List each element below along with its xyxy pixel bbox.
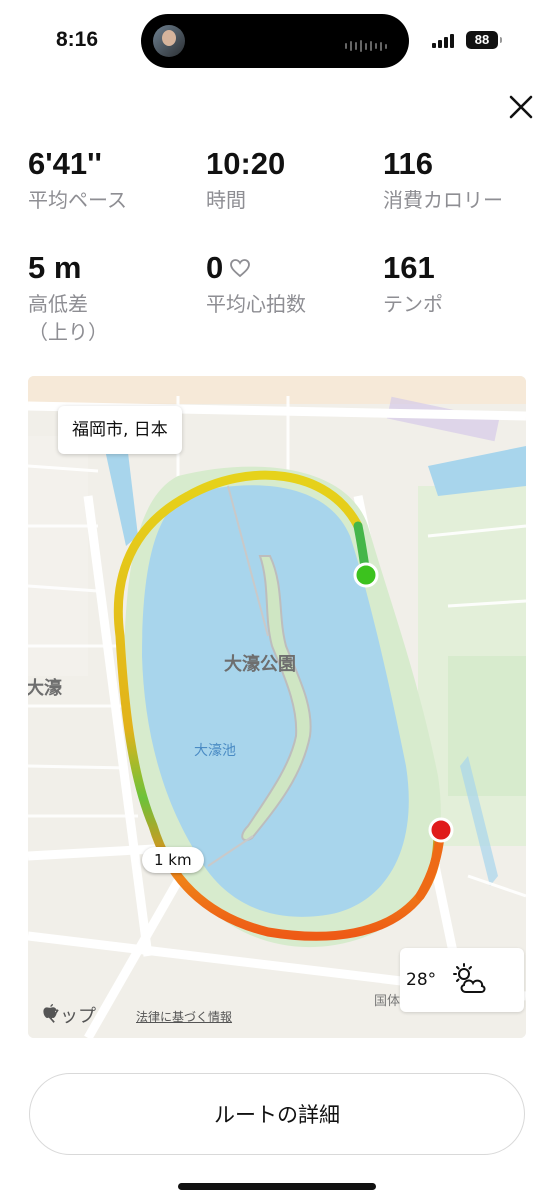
stat-label: 消費カロリー — [383, 188, 503, 212]
stat-label: 時間 — [206, 188, 246, 212]
apple-maps-logo: マップ — [42, 1002, 96, 1028]
stat-label: テンポ — [383, 292, 443, 316]
stat-avg-heart-rate: 0 平均心拍数 — [206, 250, 306, 318]
legal-link[interactable]: 法律に基づく情報 — [136, 1008, 232, 1025]
audio-wave-icon — [345, 40, 387, 52]
stat-label: 高低差 （上り） — [28, 292, 108, 344]
park-label: 大濠公園 — [224, 654, 296, 675]
apple-icon — [43, 1004, 57, 1018]
cellular-signal-icon — [432, 34, 454, 48]
distance-marker: 1 km — [142, 847, 204, 873]
heart-icon — [230, 259, 251, 278]
stat-value: 6'41'' — [28, 146, 102, 181]
stat-label: 平均ペース — [28, 188, 127, 212]
dynamic-island[interactable] — [141, 14, 409, 68]
stat-value: 0 — [206, 250, 224, 285]
home-indicator[interactable] — [178, 1183, 376, 1190]
stat-label: 平均心拍数 — [206, 292, 306, 316]
stat-value: 5 m — [28, 250, 82, 285]
status-time: 8:16 — [56, 28, 99, 51]
stat-value: 10:20 — [206, 146, 286, 181]
location-chip[interactable]: 福岡市, 日本 — [58, 406, 182, 454]
road-label: 国体 — [374, 994, 401, 1009]
stat-elevation-gain: 5 m 高低差 （上り） — [28, 250, 108, 346]
route-end-marker — [428, 817, 454, 843]
map-canvas — [28, 376, 526, 1038]
stat-value: 161 — [383, 250, 435, 285]
stat-avg-pace: 6'41'' 平均ペース — [28, 146, 127, 214]
stat-calories: 116 消費カロリー — [383, 146, 503, 214]
route-details-button[interactable]: ルートの詳細 — [29, 1073, 525, 1155]
district-label: 大濠 — [28, 678, 62, 699]
close-icon[interactable] — [508, 94, 534, 120]
avatar — [153, 25, 185, 57]
pond-label: 大濠池 — [194, 743, 236, 759]
stat-duration: 10:20 時間 — [206, 146, 285, 214]
stat-value-row: 0 — [206, 250, 306, 286]
stat-cadence: 161 テンポ — [383, 250, 443, 318]
weather-badge: 28° — [400, 948, 524, 1012]
partly-cloudy-icon — [453, 963, 486, 993]
stat-value: 116 — [383, 146, 434, 181]
route-map[interactable]: 福岡市, 日本 大濠公園 大濠池 大濠 1 km 国体 28° マップ 法律に基… — [28, 376, 526, 1038]
route-start-marker — [353, 562, 379, 588]
temperature: 28° — [406, 970, 437, 990]
battery-icon: 88 — [466, 31, 502, 49]
